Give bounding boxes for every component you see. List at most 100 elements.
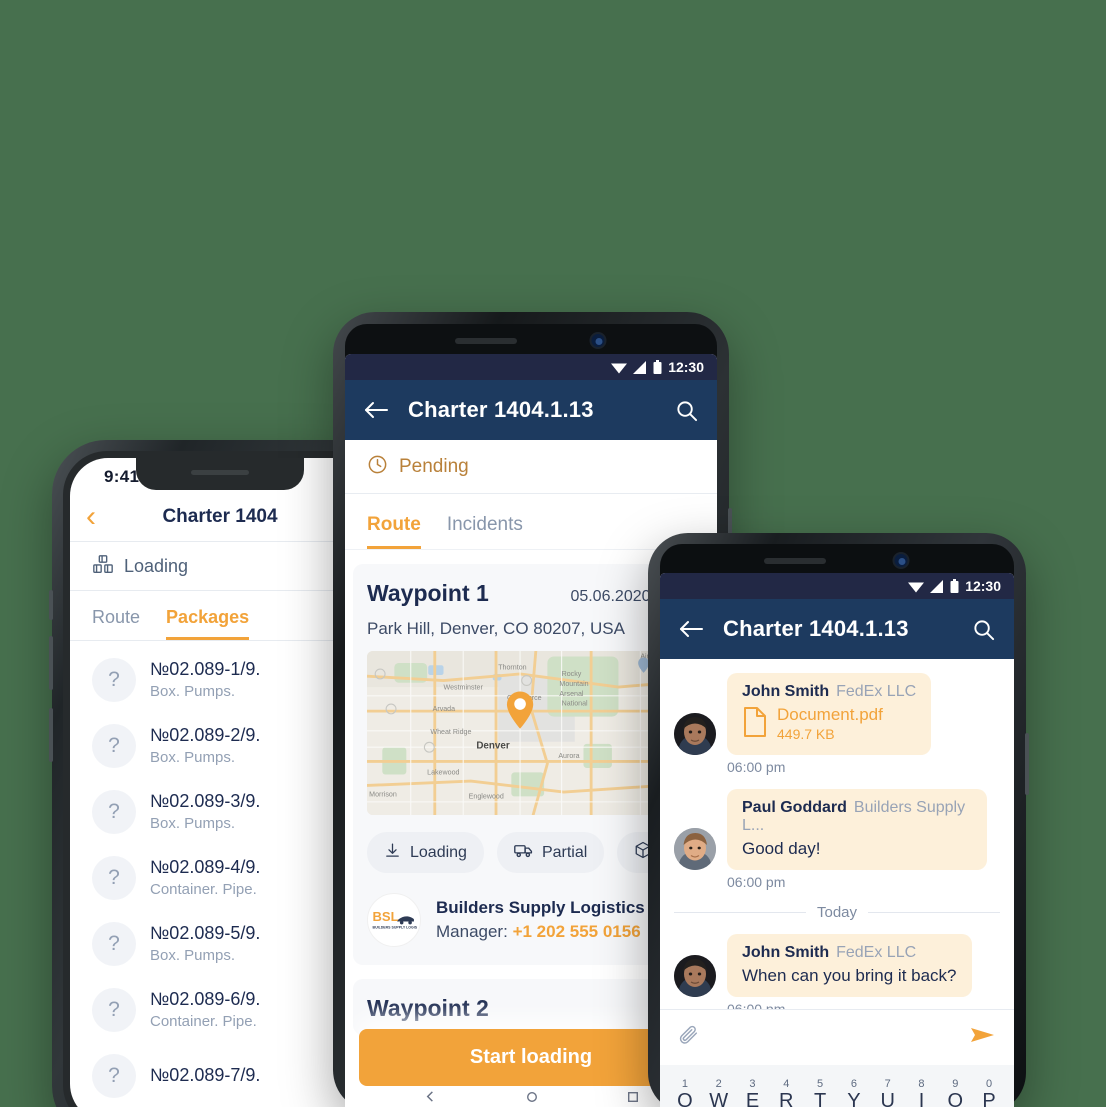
package-row[interactable]: ? №02.089-7/9. (70, 1043, 370, 1107)
back-nav-icon[interactable] (424, 1090, 437, 1107)
keyboard-key[interactable]: 9O (940, 1079, 970, 1107)
android-status-bar: 12:30 (660, 573, 1014, 599)
earpiece-speaker (191, 470, 249, 475)
keyboard-row-1: 1Q2W3E4R5T6Y7U8I9O0P (660, 1065, 1014, 1107)
message-timestamp: 06:00 pm (727, 758, 786, 775)
volume-down-button[interactable] (49, 636, 53, 690)
package-row[interactable]: ? №02.089-6/9. Container. Pipe. (70, 977, 370, 1043)
waypoint-header: Waypoint 1 05.06.2020 12:30 (367, 580, 695, 607)
iphone-notch (136, 458, 304, 490)
earpiece-speaker (455, 338, 518, 344)
package-row[interactable]: ? №02.089-4/9. Container. Pipe. (70, 845, 370, 911)
mute-switch[interactable] (49, 708, 53, 762)
page-title: Charter 1404.1.13 (408, 397, 594, 422)
package-row[interactable]: ? №02.089-1/9. Box. Pumps. (70, 647, 370, 713)
svg-text:Thornton: Thornton (498, 664, 526, 672)
paperclip-icon[interactable] (678, 1024, 700, 1051)
key-number: 4 (783, 1078, 790, 1090)
tab-route[interactable]: Route (367, 514, 421, 549)
ios-tab-bar: Route Packages (70, 591, 370, 641)
bsl-logo-icon: BSL BUILDERS SUPPLY LOGISTICS (373, 909, 417, 930)
message-sender-line: Paul Goddard Builders Supply L... (742, 799, 972, 835)
chat-message[interactable]: John Smith FedEx LLC Document.pdf 449.7 KB (674, 673, 1000, 755)
battery-icon (950, 579, 959, 593)
power-button[interactable] (1025, 733, 1029, 795)
sender-org: FedEx LLC (836, 943, 917, 961)
avatar-paul-goddard[interactable] (674, 827, 716, 870)
sender-name: Paul Goddard (742, 798, 847, 816)
message-bubble[interactable]: John Smith FedEx LLC When can you bring it… (727, 933, 972, 997)
package-row[interactable]: ? №02.089-5/9. Box. Pumps. (70, 911, 370, 977)
package-row[interactable]: ? №02.089-2/9. Box. Pumps. (70, 713, 370, 779)
recents-nav-icon[interactable] (627, 1090, 639, 1107)
svg-text:Arsenal: Arsenal (559, 690, 583, 698)
chat-message[interactable]: John Smith FedEx LLC When can you bring it… (674, 933, 1000, 997)
manager-label: Manager: (436, 922, 508, 941)
send-icon[interactable] (970, 1025, 996, 1050)
package-status-icon: ? (92, 1054, 136, 1098)
file-meta: Document.pdf 449.7 KB (777, 705, 883, 744)
waypoint-address: Park Hill, Denver, CO 80207, USA (367, 619, 625, 638)
keyboard-key[interactable]: 8I (906, 1079, 936, 1107)
waypoint-map[interactable]: Thornton Westminster Arvada Commerce Roc… (367, 651, 695, 815)
keyboard-key[interactable]: 6Y (839, 1079, 869, 1107)
message-text: Good day! (742, 838, 821, 858)
tab-route[interactable]: Route (92, 607, 140, 640)
file-size: 449.7 KB (777, 726, 835, 743)
keyboard-key[interactable]: 4R (771, 1079, 801, 1107)
battery-icon (653, 360, 662, 374)
keyboard-key[interactable]: 2W (703, 1079, 733, 1107)
message-bubble[interactable]: Paul Goddard Builders Supply L... Good day… (727, 788, 987, 870)
keyboard-key[interactable]: 7U (872, 1079, 902, 1107)
volume-up-button[interactable] (49, 590, 53, 620)
home-nav-icon[interactable] (526, 1090, 538, 1107)
keyboard-key[interactable]: 5T (805, 1079, 835, 1107)
android-keyboard[interactable]: 1Q2W3E4R5T6Y7U8I9O0P (660, 1065, 1014, 1107)
android-app-bar: Charter 1404.1.13 (345, 380, 717, 440)
phone-top-bezel (345, 324, 717, 358)
avatar-john-smith[interactable] (674, 954, 716, 997)
sender-org: FedEx LLC (836, 683, 917, 700)
chevron-left-icon[interactable]: ‹ (86, 501, 116, 532)
package-row[interactable]: ? №02.089-3/9. Box. Pumps. (70, 779, 370, 845)
package-number: №02.089-5/9. (150, 923, 261, 944)
package-description: Container. Pipe. (150, 880, 257, 898)
package-description: Box. Pumps. (150, 814, 236, 832)
search-icon[interactable] (672, 396, 700, 424)
chip-partial[interactable]: Partial (496, 832, 605, 873)
key-letter: I (918, 1090, 925, 1107)
keyboard-key[interactable]: 3E (737, 1079, 767, 1107)
chip-label: Partial (541, 843, 588, 861)
svg-text:Aurora: Aurora (558, 752, 579, 760)
keyboard-key[interactable]: 0P (974, 1079, 1004, 1107)
svg-text:National: National (562, 700, 588, 708)
svg-text:Wheat Ridge: Wheat Ridge (430, 728, 471, 736)
chat-input-bar[interactable] (660, 1009, 1014, 1065)
earpiece-speaker (763, 558, 826, 564)
key-letter: R (779, 1090, 794, 1107)
status-badge: Pending (399, 455, 469, 477)
chip-loading[interactable]: Loading (367, 832, 484, 873)
tab-packages[interactable]: Packages (166, 607, 250, 640)
avatar-john-smith[interactable] (674, 712, 716, 755)
package-description: Box. Pumps. (150, 748, 236, 766)
chat-message[interactable]: Paul Goddard Builders Supply L... Good day… (674, 788, 1000, 870)
divider-line (868, 911, 1000, 913)
svg-text:BSL: BSL (373, 909, 399, 924)
search-icon[interactable] (969, 615, 997, 643)
divider-line (674, 911, 806, 913)
package-status-icon: ? (92, 790, 136, 834)
message-bubble[interactable]: John Smith FedEx LLC Document.pdf 449.7 KB (727, 673, 932, 755)
file-name: Document.pdf (777, 705, 883, 724)
package-number: №02.089-7/9. (150, 1065, 261, 1086)
manager-phone[interactable]: +1 202 555 0156 (513, 922, 641, 941)
download-icon (384, 842, 401, 864)
svg-text:Lakewood: Lakewood (427, 769, 459, 777)
tab-incidents[interactable]: Incidents (447, 514, 523, 549)
arrow-left-icon[interactable] (362, 396, 390, 424)
key-letter: E (745, 1090, 760, 1107)
sender-name: John Smith (742, 683, 830, 700)
message-attachment[interactable]: Document.pdf 449.7 KB (742, 705, 916, 744)
keyboard-key[interactable]: 1Q (670, 1079, 700, 1107)
arrow-left-icon[interactable] (677, 615, 705, 643)
